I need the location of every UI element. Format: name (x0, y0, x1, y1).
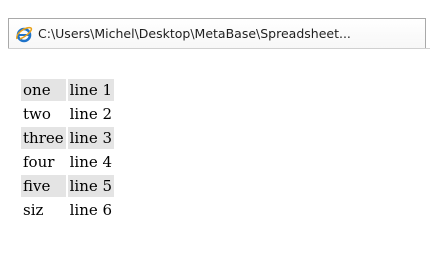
row-value-cell: line 5 (67, 175, 115, 197)
row-value-cell: line 6 (69, 201, 113, 219)
page-content: one line 1 two line 2 three line 3 four … (19, 77, 116, 223)
tab-title: C:\Users\Michel\Desktop\MetaBase\Spreads… (38, 26, 351, 41)
row-value-cell: line 4 (69, 153, 113, 171)
row-name-cell: five (21, 175, 66, 197)
row-value-cell: line 1 (67, 79, 115, 101)
table-row: three line 3 (21, 127, 115, 149)
row-name-cell: one (21, 79, 66, 101)
data-table: one line 1 two line 2 three line 3 four … (19, 77, 116, 223)
row-name-cell: three (21, 127, 66, 149)
row-name-cell: siz (23, 201, 44, 219)
tab-bar: C:\Users\Michel\Desktop\MetaBase\Spreads… (0, 0, 430, 48)
row-value-cell: line 2 (69, 105, 113, 123)
table-row: two line 2 (21, 103, 114, 125)
content-divider (8, 48, 430, 49)
row-value-cell: line 3 (67, 127, 115, 149)
internet-explorer-icon (16, 26, 33, 42)
table-row: five line 5 (21, 175, 115, 197)
browser-tab[interactable]: C:\Users\Michel\Desktop\MetaBase\Spreads… (8, 18, 426, 48)
row-name-cell: four (23, 153, 55, 171)
table-row: siz line 6 (21, 199, 114, 221)
table-row: one line 1 (21, 79, 115, 101)
table-row: four line 4 (21, 151, 114, 173)
row-name-cell: two (23, 105, 51, 123)
browser-window: C:\Users\Michel\Desktop\MetaBase\Spreads… (0, 0, 430, 265)
